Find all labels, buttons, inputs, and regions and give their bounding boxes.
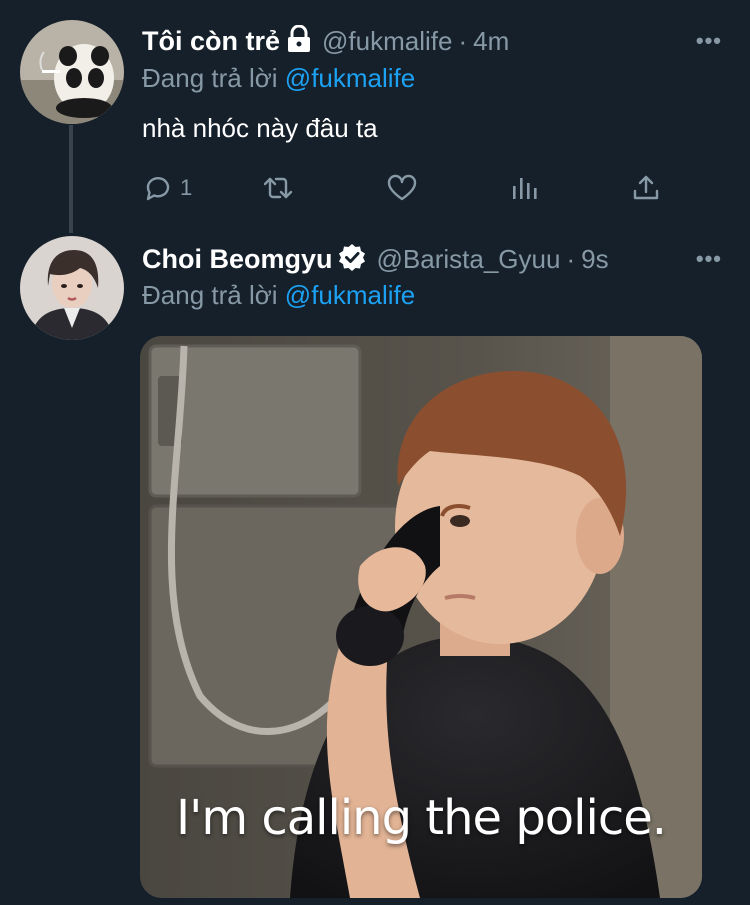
separator-dot: · [458,25,468,56]
person-avatar-image [20,236,124,340]
verified-icon [337,242,367,277]
tweet-actions: 1 [142,168,662,208]
more-options-icon[interactable]: ••• [696,28,722,54]
more-options-icon[interactable]: ••• [696,246,722,272]
share-button[interactable] [630,168,662,208]
retweet-icon [263,177,293,199]
tweet-text: nhà nhóc này đâu ta [142,113,378,143]
reply-icon [146,177,170,201]
display-name[interactable]: Choi Beomgyu [142,244,333,275]
display-name[interactable]: Tôi còn trẻ [142,26,280,57]
tweet-header: Tôi còn trẻ @fukmalife · 4m [142,23,509,59]
timestamp[interactable]: 9s [581,244,608,275]
tweet-header: Choi Beomgyu @Barista_Gyuu · 9s [142,241,609,277]
replying-to-label: Đang trả lời [142,63,278,93]
heart-icon [387,174,417,201]
panda-avatar-image [20,20,124,124]
share-icon [633,175,659,200]
reply-mention-link[interactable]: @fukmalife [285,280,415,310]
reply-count: 1 [180,175,193,200]
lock-icon [286,24,312,58]
handle[interactable]: @Barista_Gyuu [377,244,561,275]
replying-to-label: Đang trả lời [142,280,278,310]
avatar[interactable] [20,20,124,124]
tweet-media-image[interactable]: I'm calling the police. [140,336,702,898]
reply-button[interactable]: 1 [142,168,192,208]
handle[interactable]: @fukmalife [322,26,452,57]
tweet-1[interactable]: Tôi còn trẻ @fukmalife · 4m ••• Đang trả… [0,0,750,230]
media-caption: I'm calling the police. [175,790,667,846]
replying-to: Đang trả lời @fukmalife [142,280,415,311]
reply-mention-link[interactable]: @fukmalife [285,63,415,93]
analytics-icon [513,178,537,199]
timestamp[interactable]: 4m [473,26,509,57]
analytics-button[interactable] [508,168,540,208]
like-button[interactable] [386,168,418,208]
avatar[interactable] [20,236,124,340]
separator-dot: · [566,243,576,274]
replying-to: Đang trả lời @fukmalife [142,63,415,94]
retweet-button[interactable] [262,168,294,208]
